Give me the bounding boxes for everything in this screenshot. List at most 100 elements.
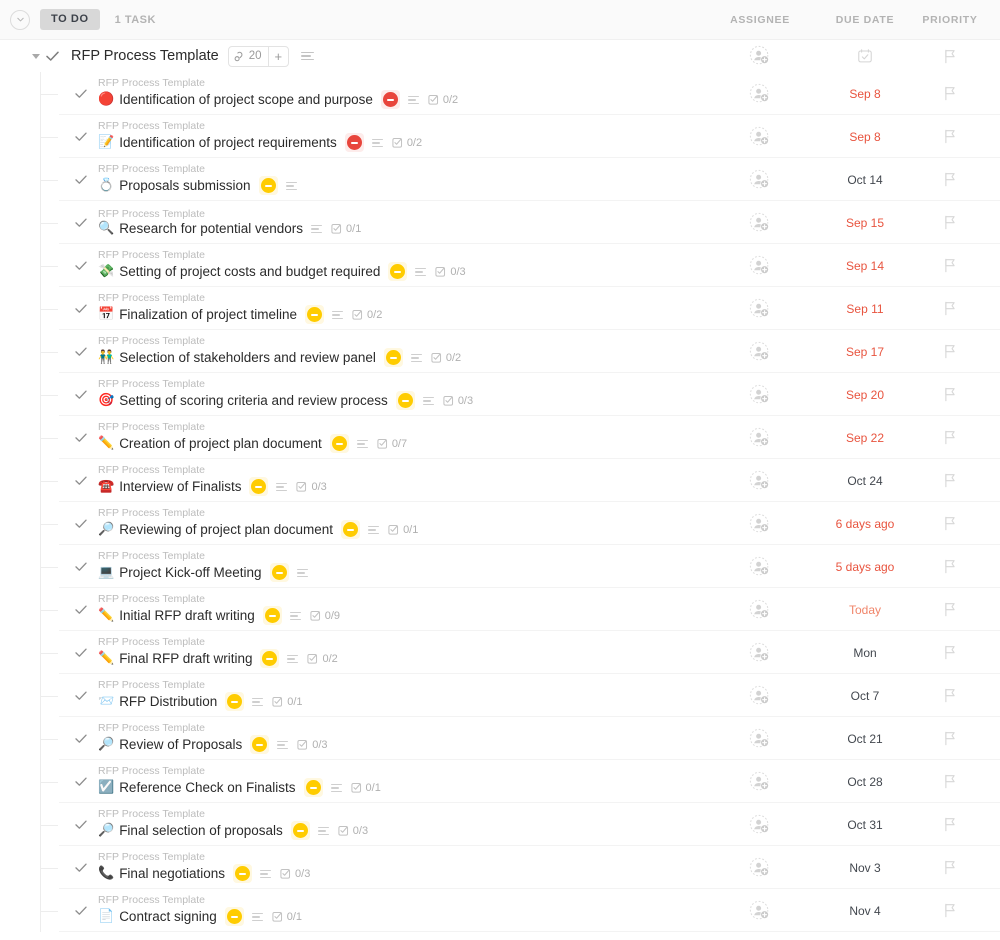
breadcrumb[interactable]: RFP Process Template bbox=[98, 722, 328, 735]
description-lines-icon[interactable] bbox=[252, 697, 264, 707]
priority-cell[interactable] bbox=[910, 215, 1000, 230]
due-date-value[interactable]: Nov 3 bbox=[849, 861, 880, 875]
task-title[interactable]: Review of Proposals bbox=[119, 737, 242, 752]
add-assignee-icon[interactable] bbox=[749, 341, 771, 363]
task-check-icon[interactable] bbox=[75, 863, 87, 873]
task-title[interactable]: Final selection of proposals bbox=[119, 823, 283, 838]
add-assignee-icon[interactable] bbox=[749, 126, 771, 148]
subtask-progress[interactable]: 0/1 bbox=[272, 911, 302, 923]
subtask-progress[interactable]: 0/3 bbox=[443, 395, 473, 407]
priority-status-badge[interactable] bbox=[224, 907, 244, 927]
task-check-icon[interactable] bbox=[75, 390, 87, 400]
assignee-cell[interactable] bbox=[700, 685, 820, 707]
priority-status-badge[interactable] bbox=[249, 477, 269, 497]
priority-cell[interactable] bbox=[910, 774, 1000, 789]
task-check-icon[interactable] bbox=[75, 734, 87, 744]
priority-cell[interactable] bbox=[910, 645, 1000, 660]
due-date-cell[interactable]: 5 days ago bbox=[820, 560, 910, 574]
due-date-cell[interactable]: Oct 31 bbox=[820, 818, 910, 832]
flag-icon[interactable] bbox=[943, 645, 957, 660]
priority-cell[interactable] bbox=[910, 301, 1000, 316]
task-title[interactable]: Initial RFP draft writing bbox=[119, 608, 255, 623]
parent-due-date-cell[interactable] bbox=[820, 48, 910, 64]
due-date-value[interactable]: Oct 7 bbox=[851, 689, 880, 703]
priority-cell[interactable] bbox=[910, 860, 1000, 875]
add-assignee-icon[interactable] bbox=[749, 83, 771, 105]
add-assignee-icon[interactable] bbox=[749, 212, 771, 234]
add-assignee-icon[interactable] bbox=[749, 685, 771, 707]
assignee-cell[interactable] bbox=[700, 298, 820, 320]
assignee-cell[interactable] bbox=[700, 470, 820, 492]
due-date-value[interactable]: Sep 8 bbox=[849, 130, 880, 144]
task-check-icon[interactable] bbox=[75, 605, 87, 615]
task-check-icon[interactable] bbox=[75, 820, 87, 830]
priority-status-badge[interactable] bbox=[305, 305, 325, 325]
parent-assignee-cell[interactable] bbox=[700, 45, 820, 67]
due-date-value[interactable]: Sep 11 bbox=[846, 302, 883, 316]
add-assignee-icon[interactable] bbox=[749, 427, 771, 449]
parent-task-row[interactable]: RFP Process Template 20 + bbox=[0, 40, 1000, 72]
priority-status-badge[interactable] bbox=[250, 735, 270, 755]
breadcrumb[interactable]: RFP Process Template bbox=[98, 765, 381, 778]
subtask-progress[interactable]: 0/3 bbox=[435, 266, 466, 278]
task-row[interactable]: RFP Process Template 📅 Finalization of pro… bbox=[0, 287, 1000, 330]
assignee-cell[interactable] bbox=[700, 556, 820, 578]
task-check-icon[interactable] bbox=[75, 648, 87, 658]
breadcrumb[interactable]: RFP Process Template bbox=[98, 808, 368, 821]
status-pill-todo[interactable]: TO DO bbox=[40, 9, 100, 30]
due-date-cell[interactable]: Sep 20 bbox=[820, 388, 910, 402]
add-assignee-icon[interactable] bbox=[749, 556, 771, 578]
subtask-progress[interactable]: 0/3 bbox=[338, 825, 368, 837]
task-title[interactable]: Setting of scoring criteria and review p… bbox=[119, 393, 388, 408]
description-lines-icon[interactable] bbox=[410, 353, 422, 363]
task-row[interactable]: RFP Process Template 💻 Project Kick-off Me… bbox=[0, 545, 1000, 588]
assignee-cell[interactable] bbox=[700, 169, 820, 191]
flag-icon[interactable] bbox=[943, 258, 957, 273]
flag-icon[interactable] bbox=[943, 817, 957, 832]
subtask-progress[interactable]: 0/3 bbox=[297, 739, 328, 751]
priority-status-badge[interactable] bbox=[303, 778, 323, 798]
breadcrumb[interactable]: RFP Process Template bbox=[98, 550, 317, 563]
flag-icon[interactable] bbox=[943, 387, 957, 402]
priority-cell[interactable] bbox=[910, 559, 1000, 574]
priority-status-badge[interactable] bbox=[262, 606, 282, 626]
task-title[interactable]: Research for potential vendors bbox=[119, 221, 303, 236]
task-row[interactable]: RFP Process Template 🔴 Identification of p… bbox=[0, 72, 1000, 115]
priority-cell[interactable] bbox=[910, 172, 1000, 187]
task-title[interactable]: Contract signing bbox=[119, 909, 217, 924]
due-date-cell[interactable]: Sep 14 bbox=[820, 259, 910, 273]
priority-status-badge[interactable] bbox=[290, 821, 310, 841]
task-row[interactable]: RFP Process Template ☑️ Reference Check on… bbox=[0, 760, 1000, 803]
assignee-cell[interactable] bbox=[700, 513, 820, 535]
task-title[interactable]: Creation of project plan document bbox=[119, 436, 322, 451]
task-title[interactable]: Reviewing of project plan document bbox=[119, 522, 333, 537]
add-assignee-icon[interactable] bbox=[749, 255, 771, 277]
caret-down-icon[interactable] bbox=[32, 53, 40, 59]
due-date-value[interactable]: Today bbox=[849, 603, 881, 617]
priority-cell[interactable] bbox=[910, 473, 1000, 488]
flag-icon[interactable] bbox=[943, 516, 957, 531]
subtask-progress[interactable]: 0/2 bbox=[392, 137, 422, 149]
priority-status-badge[interactable] bbox=[341, 520, 361, 540]
description-lines-icon[interactable] bbox=[356, 439, 368, 449]
breadcrumb[interactable]: RFP Process Template bbox=[98, 507, 418, 520]
due-date-value[interactable]: 5 days ago bbox=[836, 560, 895, 574]
description-lines-icon[interactable] bbox=[415, 267, 427, 277]
task-title[interactable]: Project Kick-off Meeting bbox=[119, 565, 261, 580]
task-row[interactable]: RFP Process Template 🔎 Review of Proposals… bbox=[0, 717, 1000, 760]
flag-icon[interactable] bbox=[943, 903, 957, 918]
breadcrumb[interactable]: RFP Process Template bbox=[98, 636, 338, 649]
description-lines-icon[interactable] bbox=[289, 611, 301, 621]
description-lines-icon[interactable] bbox=[332, 310, 344, 320]
description-lines-icon[interactable] bbox=[287, 654, 299, 664]
collapse-group-icon[interactable] bbox=[10, 9, 30, 30]
task-row[interactable]: RFP Process Template 📨 RFP Distribution 0/1… bbox=[0, 674, 1000, 717]
task-row[interactable]: RFP Process Template 💍 Proposals submissio… bbox=[0, 158, 1000, 201]
task-check-icon[interactable] bbox=[75, 562, 87, 572]
breadcrumb[interactable]: RFP Process Template bbox=[98, 593, 340, 606]
description-lines-icon[interactable] bbox=[296, 568, 308, 578]
task-title[interactable]: Final RFP draft writing bbox=[119, 651, 252, 666]
task-row[interactable]: RFP Process Template 💸 Setting of project … bbox=[0, 244, 1000, 287]
task-title[interactable]: Identification of project scope and purp… bbox=[119, 92, 373, 107]
due-date-cell[interactable]: Today bbox=[820, 603, 910, 617]
